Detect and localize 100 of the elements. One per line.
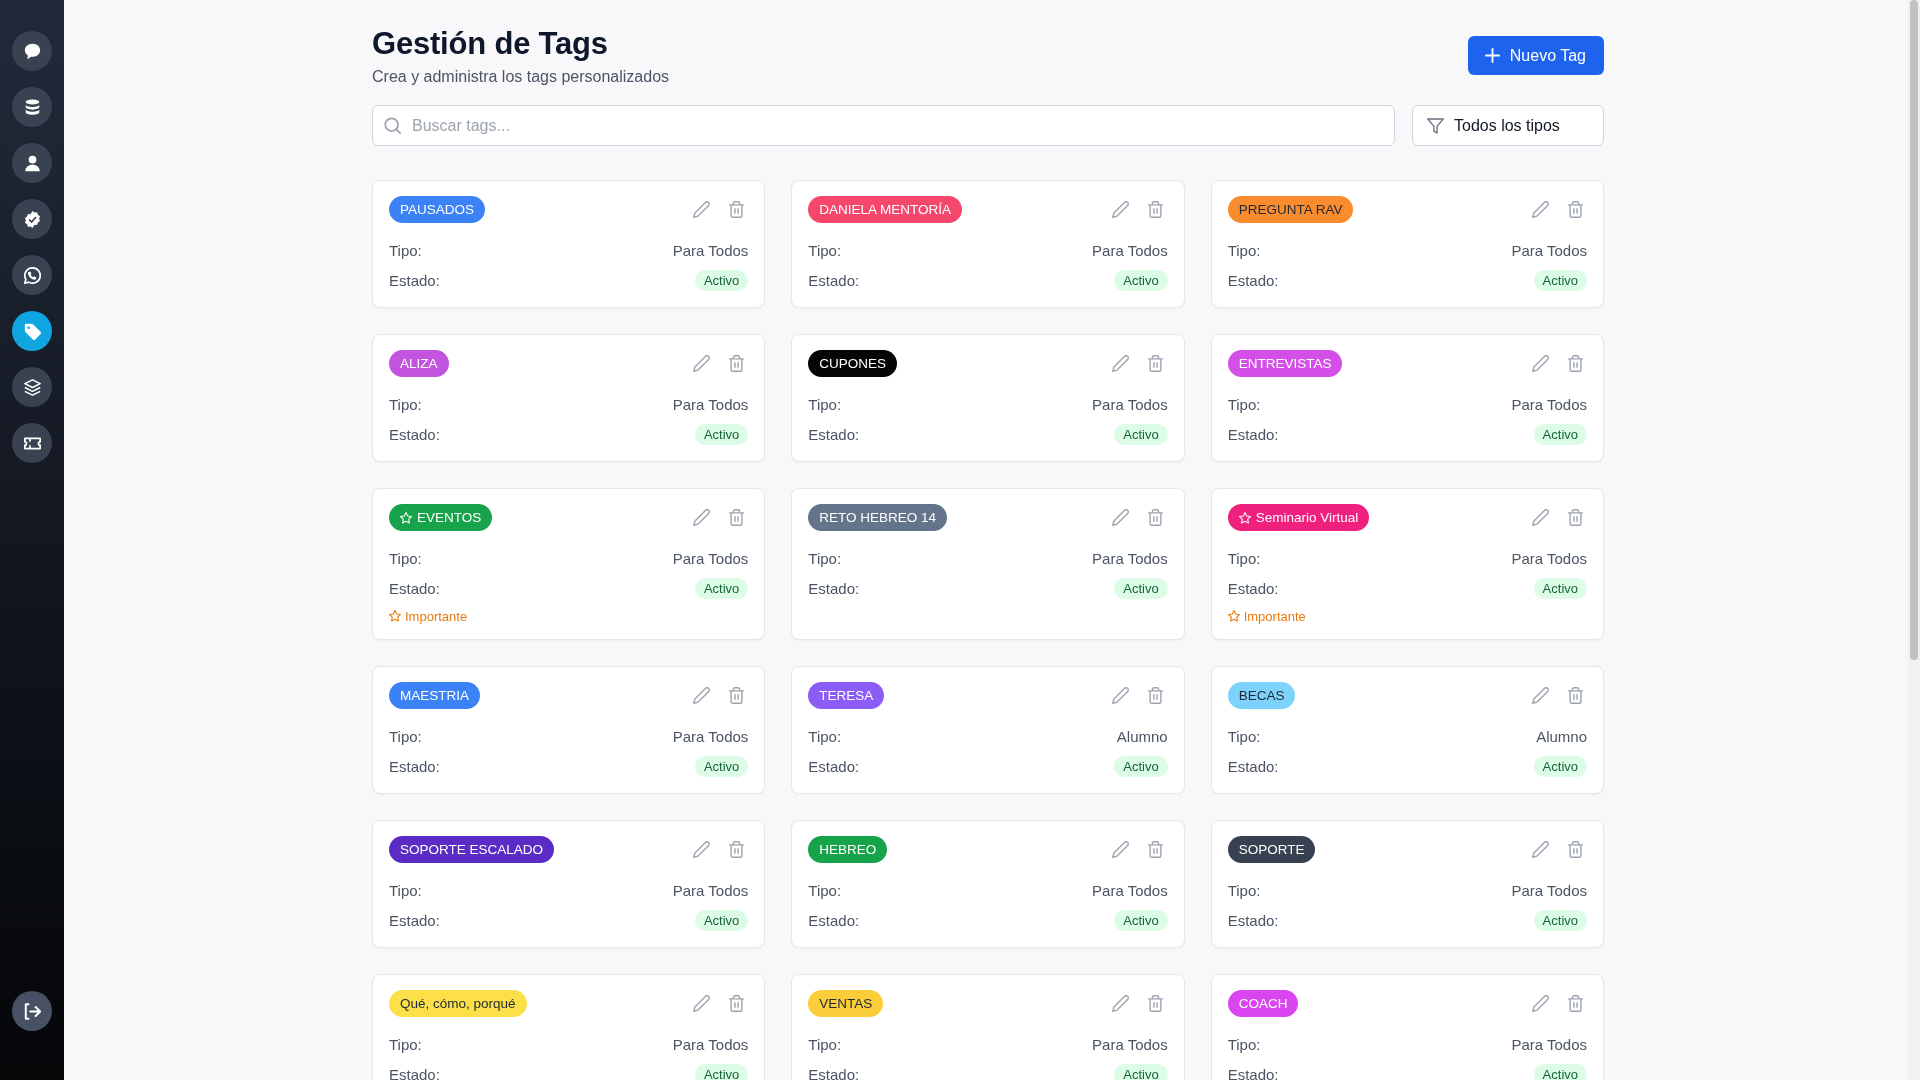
pencil-icon <box>692 841 710 858</box>
trash-icon <box>727 687 745 704</box>
field-label: Estado: <box>1227 271 1279 289</box>
field-value: Para Todos <box>1511 395 1587 413</box>
tag-name: CUPONES <box>819 356 887 371</box>
tag-name: PREGUNTA RAV <box>1238 202 1343 217</box>
status-badge: Activo <box>1114 423 1168 445</box>
field-label: Estado: <box>808 425 860 443</box>
status-badge: Activo <box>694 1063 749 1080</box>
status-badge: Activo <box>1533 755 1587 777</box>
trash-icon <box>1566 687 1584 704</box>
field-label: Tipo: <box>808 241 842 259</box>
field-label: Estado: <box>389 911 440 929</box>
field-value: Para Todos <box>1511 881 1587 899</box>
trash-icon <box>727 509 745 526</box>
status-badge: Activo <box>1533 269 1587 291</box>
trash-icon <box>1147 509 1165 526</box>
tag-name: MAESTRIA <box>400 688 469 703</box>
field-label: Tipo: <box>389 1035 422 1053</box>
tag-name: SOPORTE ESCALADO <box>400 842 544 857</box>
field-value: Para Todos <box>1511 241 1587 259</box>
search-field[interactable]: Buscar tags... <box>372 105 1395 146</box>
pencil-icon <box>692 687 710 704</box>
field-label: Estado: <box>808 579 860 597</box>
sidebar-button[interactable] <box>12 367 52 407</box>
layers-icon <box>23 378 41 396</box>
phone-chat-icon <box>23 266 41 284</box>
sidebar-button[interactable] <box>12 87 52 127</box>
tag-name: DANIELA MENTORÍA <box>819 202 952 217</box>
field-label: Estado: <box>808 757 860 775</box>
field-value: Para Todos <box>1511 549 1587 567</box>
tag-name: Seminario Virtual <box>1255 510 1359 525</box>
field-value: Para Todos <box>672 1035 749 1053</box>
page-subtitle: Crea y administra los tags personalizados <box>372 67 670 87</box>
filter-button[interactable]: Todos los tipos <box>1412 105 1604 146</box>
important-label: Importante <box>405 608 468 624</box>
status-badge: Activo <box>1533 577 1587 599</box>
field-label: Tipo: <box>389 549 422 567</box>
trash-icon <box>1566 509 1584 526</box>
trash-icon <box>1566 355 1584 372</box>
status-badge: Activo <box>1114 577 1168 599</box>
trash-icon <box>1566 201 1584 218</box>
field-label: Tipo: <box>1227 881 1261 899</box>
field-label: Estado: <box>389 579 440 597</box>
field-label: Tipo: <box>808 395 842 413</box>
field-value: Para Todos <box>672 549 749 567</box>
tag-name: COACH <box>1238 996 1288 1011</box>
field-label: Estado: <box>1227 1065 1279 1080</box>
field-label: Estado: <box>1227 425 1279 443</box>
scrollbar-thumb[interactable] <box>1910 0 1918 660</box>
field-label: Tipo: <box>1227 727 1261 745</box>
trash-icon <box>1147 355 1165 372</box>
page-title: Gestión de Tags <box>372 26 609 62</box>
pencil-icon <box>1531 995 1549 1012</box>
tag-name: TERESA <box>819 688 874 703</box>
pencil-icon <box>1112 355 1130 372</box>
trash-icon <box>727 201 745 218</box>
sidebar-button[interactable] <box>12 255 52 295</box>
field-value: Para Todos <box>1092 881 1168 899</box>
field-label: Estado: <box>1227 579 1279 597</box>
sidebar-button[interactable] <box>12 199 52 239</box>
database-icon <box>23 98 41 116</box>
star-icon <box>389 610 401 622</box>
trash-icon <box>1147 687 1165 704</box>
field-value: Para Todos <box>1511 1035 1587 1053</box>
star-icon <box>1227 610 1240 622</box>
tag-name: ENTREVISTAS <box>1238 356 1332 371</box>
pencil-icon <box>1112 841 1130 858</box>
tag-name: HEBREO <box>819 842 877 857</box>
tag-name: SOPORTE <box>1238 842 1305 857</box>
pencil-icon <box>1531 841 1549 858</box>
sidebar-button[interactable] <box>12 423 52 463</box>
status-badge: Activo <box>1533 423 1587 445</box>
field-value: Alumno <box>1536 727 1587 745</box>
field-value: Para Todos <box>672 395 749 413</box>
user-icon <box>23 154 41 172</box>
tag-name: ALIZA <box>400 356 438 371</box>
sidebar-button[interactable] <box>12 143 52 183</box>
field-value: Alumno <box>1116 727 1168 745</box>
field-value: Para Todos <box>672 727 749 745</box>
status-badge: Activo <box>1114 269 1168 291</box>
field-label: Tipo: <box>1227 1035 1261 1053</box>
field-label: Tipo: <box>1227 395 1261 413</box>
field-label: Estado: <box>808 911 860 929</box>
logout-icon <box>23 1002 41 1020</box>
sidebar-button[interactable] <box>12 311 52 351</box>
field-label: Tipo: <box>389 881 422 899</box>
field-label: Estado: <box>389 425 440 443</box>
field-value: Para Todos <box>672 881 749 899</box>
trash-icon <box>727 995 745 1012</box>
status-badge: Activo <box>1533 1063 1587 1080</box>
filter-icon <box>1427 117 1444 134</box>
pencil-icon <box>1112 201 1130 218</box>
tag-icon <box>23 322 41 340</box>
sidebar-button[interactable] <box>12 31 52 71</box>
new-tag-button[interactable]: Nuevo Tag <box>1467 36 1604 75</box>
field-value: Para Todos <box>1092 241 1168 259</box>
trash-icon <box>1147 995 1165 1012</box>
field-label: Estado: <box>1227 757 1279 775</box>
logout-button[interactable] <box>12 991 52 1031</box>
